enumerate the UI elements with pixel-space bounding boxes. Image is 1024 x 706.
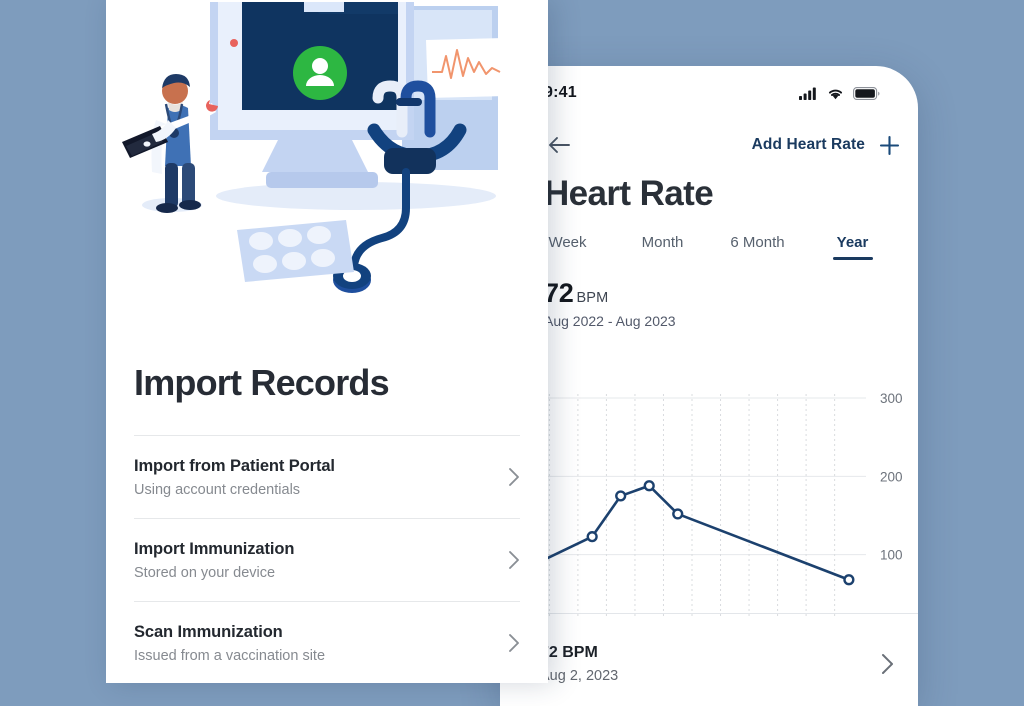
heart-rate-chart[interactable]: 3002001000ASONDJFMAMJJ [500, 324, 918, 655]
range-tabs: Week Month 6 Month Year [500, 234, 918, 278]
list-item-text: Import from Patient Portal Using account… [134, 457, 335, 498]
add-heart-rate-button[interactable]: Add Heart Rate [752, 135, 900, 156]
y-axis-tick-label: 200 [880, 469, 903, 484]
status-bar: 9:41 [500, 66, 918, 120]
chart-data-point[interactable] [615, 490, 627, 502]
stat-line: 72 BPM [544, 278, 676, 309]
list-item-import-immunization[interactable]: Import Immunization Stored on your devic… [134, 518, 520, 601]
list-item-subtitle: Stored on your device [134, 564, 276, 581]
nav-bar: Add Heart Rate [500, 120, 918, 170]
import-records-panel: Import Records Import from Patient Porta… [106, 0, 548, 683]
phone-mockup: 9:41 Add Heart Rate Heart Rate Week Mont… [500, 66, 918, 706]
list-item-title: Import Immunization [134, 539, 295, 558]
page-title: Heart Rate [544, 174, 714, 213]
back-arrow-icon[interactable] [544, 130, 574, 160]
tab-6-month[interactable]: 6 Month [710, 234, 805, 260]
y-axis-tick-label: 100 [880, 548, 903, 563]
plus-icon[interactable] [879, 135, 900, 156]
import-options-list: Import from Patient Portal Using account… [106, 435, 548, 683]
y-axis-tick-label: 300 [880, 391, 903, 406]
tab-year[interactable]: Year [805, 234, 900, 260]
chevron-right-icon[interactable] [508, 633, 520, 653]
chevron-right-icon[interactable] [881, 653, 894, 675]
wifi-icon [828, 89, 843, 99]
record-row[interactable]: 72 BPM Aug 2, 2023 [500, 622, 918, 706]
chart-divider [540, 613, 918, 614]
page-heading: Import Records [134, 362, 390, 403]
chevron-right-icon[interactable] [508, 550, 520, 570]
record-text: 72 BPM Aug 2, 2023 [540, 644, 618, 684]
stat-unit: BPM [576, 290, 609, 306]
medical-records-illustration [122, 2, 506, 293]
record-date: Aug 2, 2023 [540, 668, 619, 684]
status-icon-group [799, 86, 880, 100]
chart-data-point[interactable] [672, 508, 684, 520]
chart-data-point[interactable] [586, 531, 598, 543]
record-title: 72 BPM [540, 644, 598, 661]
status-time: 9:41 [544, 84, 577, 101]
list-item-import-patient-portal[interactable]: Import from Patient Portal Using account… [134, 435, 520, 518]
list-item-text: Import Immunization Stored on your devic… [134, 540, 294, 581]
list-item-title: Scan Immunization [134, 622, 283, 641]
chart-data-point[interactable] [843, 574, 855, 586]
cellular-icon [799, 87, 816, 100]
summary-stat: 72 BPM Aug 2022 - Aug 2023 [544, 278, 676, 329]
stat-value: 72 [544, 278, 574, 308]
list-item-subtitle: Using account credentials [134, 481, 301, 498]
chevron-right-icon[interactable] [508, 467, 520, 487]
chart-data-point[interactable] [643, 480, 655, 492]
add-heart-rate-label: Add Heart Rate [751, 136, 865, 153]
list-item-scan-immunization[interactable]: Scan Immunization Issued from a vaccinat… [134, 601, 520, 683]
list-item-text: Scan Immunization Issued from a vaccinat… [134, 623, 325, 664]
list-item-title: Import from Patient Portal [134, 456, 335, 475]
battery-icon [853, 86, 880, 100]
tab-month[interactable]: Month [615, 234, 710, 260]
list-item-subtitle: Issued from a vaccination site [134, 647, 326, 664]
